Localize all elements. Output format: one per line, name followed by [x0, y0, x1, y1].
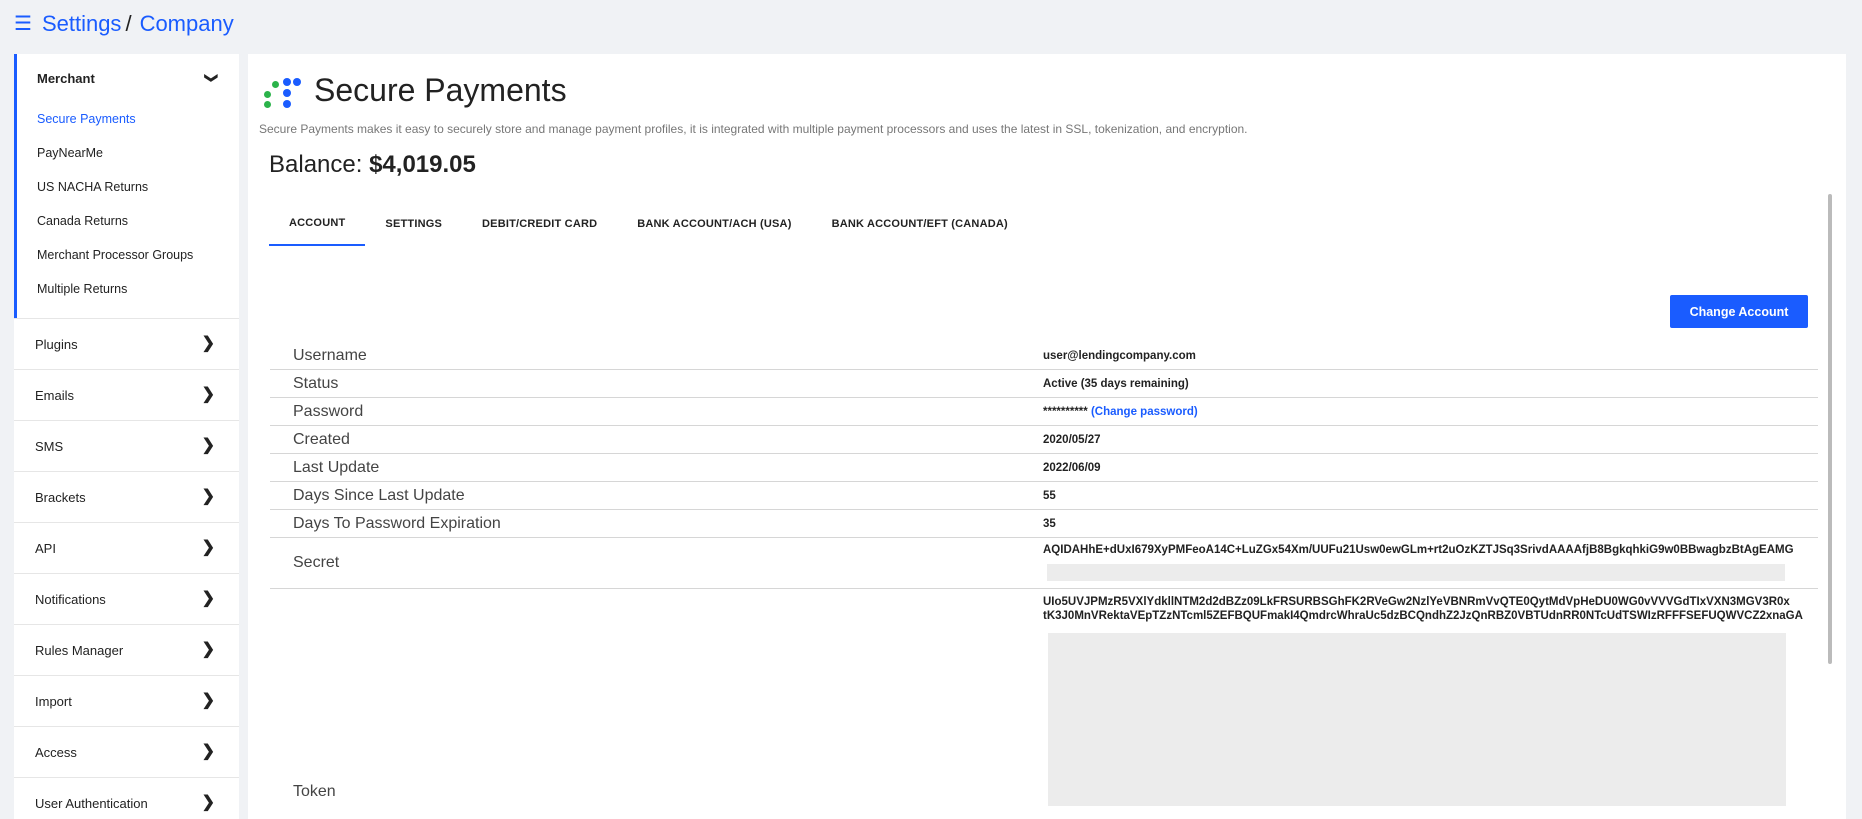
sidebar-item-us-nacha-returns[interactable]: US NACHA Returns	[17, 170, 239, 204]
table-row: Token UIo5UVJPMzR5VXlYdkllNTM2d2dBZz09Lk…	[270, 589, 1818, 809]
token-value-line-2: tK3J0MnVRektaVEpTZzNTcml5ZEFBQUFmakI4Qmd…	[1043, 610, 1803, 623]
sidebar-item-brackets[interactable]: Brackets ❯	[14, 471, 239, 522]
chevron-right-icon: ❯	[201, 692, 215, 709]
sidebar-item-label: SMS	[35, 438, 64, 454]
account-tabs: ACCOUNT SETTINGS DEBIT/CREDIT CARD BANK …	[269, 202, 1028, 246]
secret-label: Secret	[293, 554, 340, 571]
days-since-update-value: 55	[1043, 489, 1056, 502]
chevron-right-icon: ❯	[201, 590, 215, 607]
menu-icon[interactable]: ☰	[14, 14, 32, 34]
table-row: Created 2020/05/27	[270, 426, 1818, 454]
page-header: Secure Payments	[260, 72, 567, 109]
sidebar-item-label: Access	[35, 744, 77, 760]
table-row: Days Since Last Update 55	[270, 482, 1818, 510]
page-description: Secure Payments makes it easy to securel…	[259, 122, 1248, 136]
balance-display: Balance: $4,019.05	[269, 151, 476, 179]
page-title: Secure Payments	[314, 72, 567, 108]
table-row: Days To Password Expiration 35	[270, 510, 1818, 538]
days-to-expiration-value: 35	[1043, 517, 1056, 530]
tab-settings[interactable]: SETTINGS	[365, 202, 462, 246]
password-label: Password	[293, 402, 364, 420]
username-value: user@lendingcompany.com	[1043, 349, 1196, 362]
sidebar-item-label: Rules Manager	[35, 642, 124, 658]
main-panel: Secure Payments Secure Payments makes it…	[248, 54, 1846, 819]
sidebar-item-label: Brackets	[35, 489, 86, 505]
sidebar-item-label: Import	[35, 693, 72, 709]
sidebar-item-api[interactable]: API ❯	[14, 522, 239, 573]
merchant-section-label: Merchant	[37, 70, 95, 86]
chevron-right-icon: ❯	[201, 386, 215, 403]
sidebar-item-label: API	[35, 540, 56, 556]
last-update-label: Last Update	[293, 458, 380, 476]
table-row: Last Update 2022/06/09	[270, 454, 1818, 482]
sidebar-item-sms[interactable]: SMS ❯	[14, 420, 239, 471]
table-row: Password ********** (Change password)	[270, 398, 1818, 426]
secret-value: AQIDAHhE+dUxI679XyPMFeoA14C+LuZGx54Xm/UU…	[1043, 544, 1794, 556]
chevron-right-icon: ❯	[201, 488, 215, 505]
sidebar-item-multiple-returns[interactable]: Multiple Returns	[17, 272, 239, 306]
sidebar-item-rules-manager[interactable]: Rules Manager ❯	[14, 624, 239, 675]
balance-value: $4,019.05	[369, 151, 476, 178]
sidebar-item-import[interactable]: Import ❯	[14, 675, 239, 726]
breadcrumb-company[interactable]: Company	[140, 11, 234, 37]
token-label: Token	[293, 783, 336, 800]
password-masked-value: **********	[1043, 405, 1088, 418]
table-row: Secret AQIDAHhE+dUxI679XyPMFeoA14C+LuZGx…	[270, 538, 1818, 589]
password-value-cell: ********** (Change password)	[1043, 398, 1818, 425]
sidebar-item-user-authentication[interactable]: User Authentication ❯	[14, 777, 239, 819]
sidebar-item-notifications[interactable]: Notifications ❯	[14, 573, 239, 624]
secret-scroll-area[interactable]	[1047, 564, 1785, 581]
sidebar-item-label: Notifications	[35, 591, 106, 607]
account-info-table: Username user@lendingcompany.com Status …	[270, 342, 1818, 809]
tab-debit-credit-card[interactable]: DEBIT/CREDIT CARD	[462, 202, 617, 246]
sidebar-item-canada-returns[interactable]: Canada Returns	[17, 204, 239, 238]
days-since-update-label: Days Since Last Update	[293, 486, 465, 504]
sidebar-item-access[interactable]: Access ❯	[14, 726, 239, 777]
status-value: Active (35 days remaining)	[1043, 377, 1189, 390]
sidebar-item-plugins[interactable]: Plugins ❯	[14, 318, 239, 369]
tab-bank-account-ach-usa[interactable]: BANK ACCOUNT/ACH (USA)	[617, 202, 811, 246]
status-label: Status	[293, 374, 339, 392]
sidebar-item-label: Emails	[35, 387, 75, 403]
created-label: Created	[293, 430, 350, 448]
merchant-section-header[interactable]: Merchant ❯	[17, 54, 239, 102]
sidebar-item-secure-payments[interactable]: Secure Payments	[17, 102, 239, 136]
chevron-right-icon: ❯	[201, 743, 215, 760]
settings-sidebar: Merchant ❯ Secure Payments PayNearMe US …	[14, 54, 239, 819]
breadcrumb-settings[interactable]: Settings	[42, 11, 122, 37]
vertical-scrollbar[interactable]	[1828, 194, 1832, 664]
chevron-right-icon: ❯	[201, 794, 215, 811]
days-to-expiration-label: Days To Password Expiration	[293, 514, 501, 532]
chevron-right-icon: ❯	[201, 641, 215, 658]
change-password-link[interactable]: (Change password)	[1091, 406, 1198, 418]
change-account-button[interactable]: Change Account	[1670, 295, 1808, 328]
chevron-right-icon: ❯	[201, 437, 215, 454]
chevron-down-icon: ❯	[204, 72, 220, 84]
tab-account[interactable]: ACCOUNT	[269, 202, 366, 246]
merchant-section: Merchant ❯ Secure Payments PayNearMe US …	[14, 54, 239, 318]
created-value: 2020/05/27	[1043, 433, 1101, 446]
token-value-cell: UIo5UVJPMzR5VXlYdkllNTM2d2dBZz09LkFRSURB…	[1043, 589, 1818, 809]
sidebar-item-label: Plugins	[35, 336, 78, 352]
chevron-right-icon: ❯	[201, 539, 215, 556]
sidebar-item-merchant-processor-groups[interactable]: Merchant Processor Groups	[17, 238, 239, 272]
username-label: Username	[293, 346, 367, 364]
table-row: Status Active (35 days remaining)	[270, 370, 1818, 398]
token-scroll-area[interactable]	[1048, 632, 1786, 806]
secure-payments-logo-icon	[260, 73, 308, 109]
breadcrumb-separator: /	[125, 11, 132, 36]
chevron-right-icon: ❯	[201, 335, 215, 352]
sidebar-item-emails[interactable]: Emails ❯	[14, 369, 239, 420]
table-row: Username user@lendingcompany.com	[270, 342, 1818, 370]
token-value-line-1: UIo5UVJPMzR5VXlYdkllNTM2d2dBZz09LkFRSURB…	[1043, 596, 1790, 608]
secret-value-cell: AQIDAHhE+dUxI679XyPMFeoA14C+LuZGx54Xm/UU…	[1043, 538, 1818, 588]
balance-label: Balance:	[269, 151, 363, 178]
top-bar: ☰ Settings / Company	[0, 0, 1862, 48]
last-update-value: 2022/06/09	[1043, 461, 1101, 474]
sidebar-item-label: User Authentication	[35, 795, 148, 811]
sidebar-item-paynearme[interactable]: PayNearMe	[17, 136, 239, 170]
tab-bank-account-eft-canada[interactable]: BANK ACCOUNT/EFT (CANADA)	[812, 202, 1028, 246]
